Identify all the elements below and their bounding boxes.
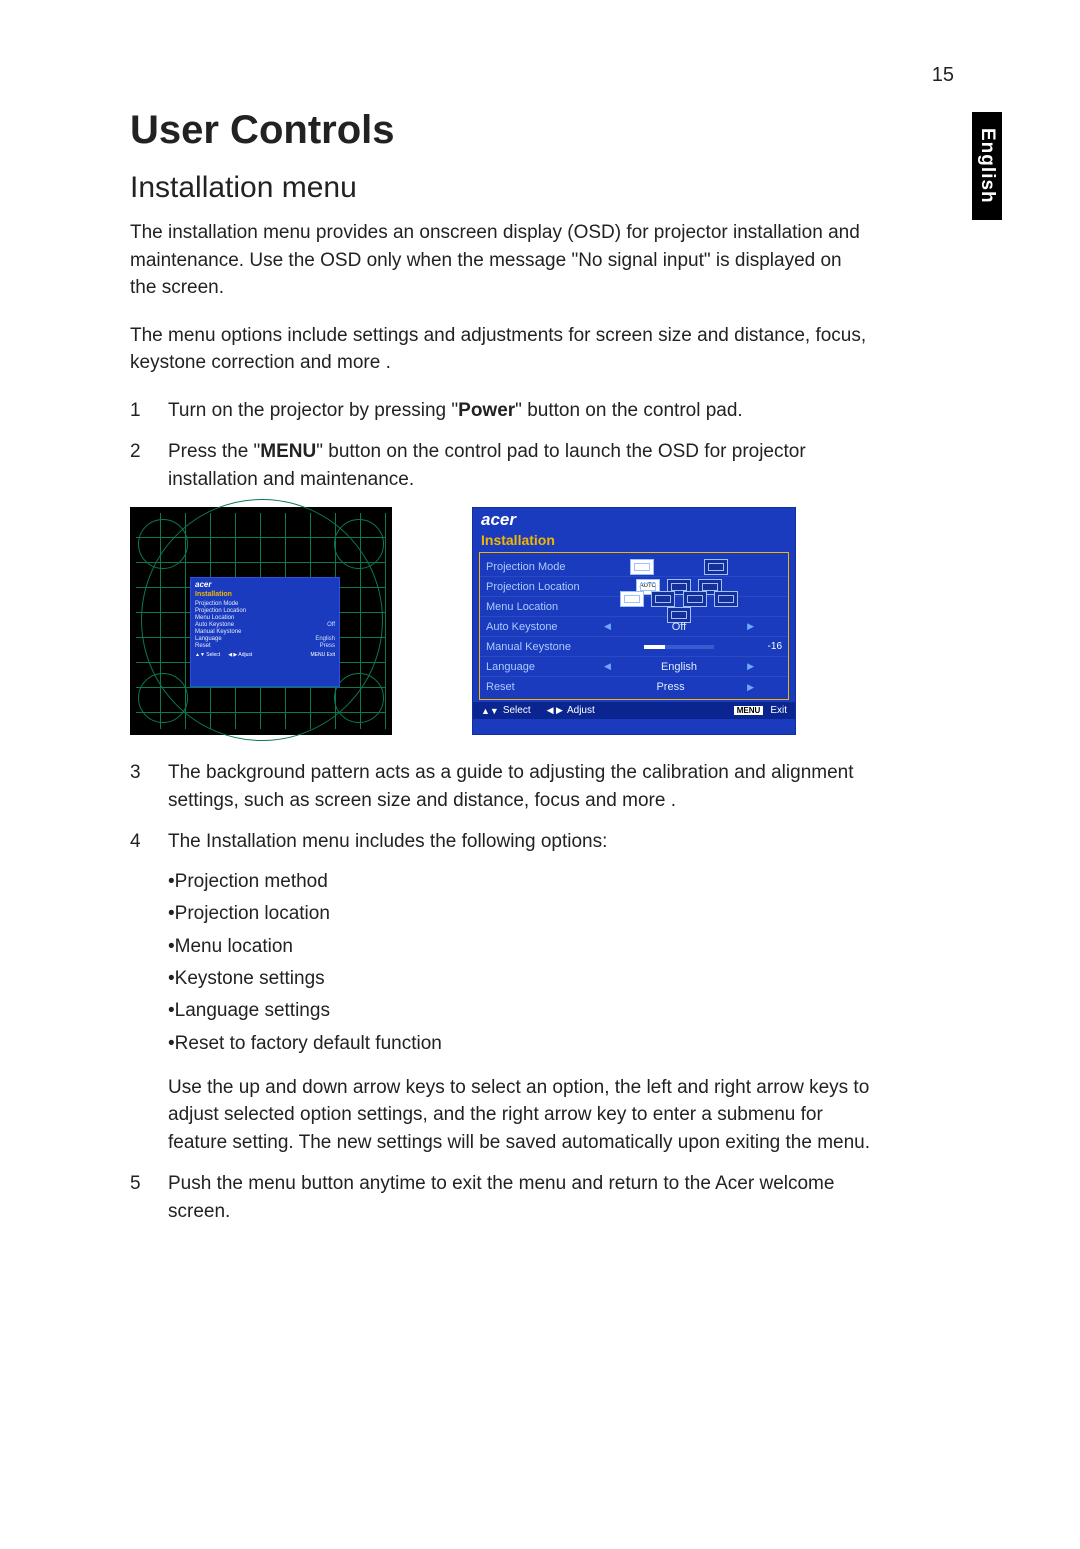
bullet-item: •Projection location <box>168 898 870 930</box>
mini-osd-foot-exit: MENU Exit <box>311 652 335 658</box>
menu-loc-option-icon <box>620 591 644 607</box>
mini-osd-row: Menu Location <box>195 615 234 621</box>
osd-foot-select: Select <box>503 705 531 716</box>
osd-label: Manual Keystone <box>486 641 604 653</box>
mini-osd-row: Manual Keystone <box>195 629 241 635</box>
step-1: 1 Turn on the projector by pressing "Pow… <box>130 397 870 425</box>
page-number: 15 <box>932 64 954 87</box>
step-1-text-a: Turn on the projector by pressing " <box>168 400 458 421</box>
osd-label: Projection Mode <box>486 561 604 573</box>
step-5-text: Push the menu button anytime to exit the… <box>168 1173 834 1222</box>
mini-osd-foot-select: ▲▼ Select <box>195 652 220 658</box>
instruction-list: 1 Turn on the projector by pressing "Pow… <box>130 397 870 494</box>
osd-row-auto-keystone: Auto Keystone ◀ Off ▶ <box>480 617 788 637</box>
arrow-right-icon: ▶ <box>747 661 754 672</box>
step-3-text: The background pattern acts as a guide t… <box>168 762 854 811</box>
osd-value: Off <box>621 621 737 633</box>
step-4-bullets: •Projection method •Projection location … <box>168 866 870 1060</box>
menu-loc-option-icon <box>714 591 738 607</box>
intro-paragraph-1: The installation menu provides an onscre… <box>130 219 870 302</box>
osd-row-projection-mode: Projection Mode <box>480 557 788 577</box>
bullet-item: •Projection method <box>168 866 870 898</box>
step-1-bold: Power <box>458 400 515 421</box>
mini-osd-row: Language <box>195 636 222 642</box>
mini-osd-row: Projection Mode <box>195 601 238 607</box>
arrow-right-icon: ▶ <box>747 621 754 632</box>
osd-label: Menu Location <box>486 601 604 613</box>
osd-value: English <box>621 661 737 673</box>
menu-loc-option-icon <box>651 591 675 607</box>
osd-label: Reset <box>486 681 604 693</box>
step-4-paragraph: Use the up and down arrow keys to select… <box>168 1074 870 1157</box>
arrow-left-icon: ◀ <box>604 661 611 672</box>
arrow-left-icon: ◀ <box>604 621 611 632</box>
osd-label: Auto Keystone <box>486 621 604 633</box>
step-5: 5 Push the menu button anytime to exit t… <box>130 1170 870 1225</box>
proj-mode-option-icon <box>704 559 728 575</box>
arrow-up-down-icon: ▲▼ <box>481 706 499 716</box>
osd-label: Language <box>486 661 604 673</box>
keystone-slider <box>644 645 714 649</box>
osd-label: Projection Location <box>486 581 604 593</box>
document-page: 15 English User Controls Installation me… <box>0 0 1080 1549</box>
arrow-right-icon: ▶ <box>747 682 754 693</box>
osd-value: Press <box>604 681 737 693</box>
mini-osd-foot-adjust: ◀ ▶ Adjust <box>228 652 252 658</box>
osd-row-language: Language ◀ English ▶ <box>480 657 788 677</box>
mini-osd-overlay: acer Installation Projection Mode Projec… <box>190 577 340 687</box>
bullet-item: •Language settings <box>168 995 870 1027</box>
figure-row: acer Installation Projection Mode Projec… <box>130 507 980 735</box>
arrow-left-right-icon: ◀ ▶ <box>547 705 563 716</box>
osd-figure: acer Installation Projection Mode Projec… <box>472 507 796 735</box>
osd-brand: acer <box>473 508 795 530</box>
section-title-h2: Installation menu <box>130 171 980 205</box>
calibration-grid-figure: acer Installation Projection Mode Projec… <box>130 507 392 735</box>
step-2: 2 Press the "MENU" button on the control… <box>130 438 870 493</box>
intro-paragraph-2: The menu options include settings and ad… <box>130 322 870 377</box>
step-2-bold: MENU <box>260 441 316 462</box>
step-4: 4 The Installation menu includes the fol… <box>130 828 870 1156</box>
page-title-h1: User Controls <box>130 108 980 153</box>
osd-highlight-frame: Projection Mode Projection Location AUTO <box>479 552 789 700</box>
step-1-text-b: " button on the control pad. <box>515 400 743 421</box>
instruction-list-cont: 3 The background pattern acts as a guide… <box>130 759 870 1225</box>
bullet-item: •Keystone settings <box>168 963 870 995</box>
mini-osd-title: Installation <box>195 591 335 598</box>
osd-footer: ▲▼ Select ◀ ▶ Adjust MENU Exit <box>473 702 795 719</box>
mini-osd-row: Reset <box>195 643 211 649</box>
bullet-item: •Reset to factory default function <box>168 1028 870 1060</box>
menu-button-icon: MENU <box>734 706 764 715</box>
osd-row-reset: Reset Press ▶ <box>480 677 788 697</box>
step-3: 3 The background pattern acts as a guide… <box>130 759 870 814</box>
proj-mode-option-icon <box>630 559 654 575</box>
step-2-text-a: Press the " <box>168 441 260 462</box>
mini-osd-row: Auto Keystone <box>195 622 234 628</box>
step-4-text: The Installation menu includes the follo… <box>168 831 607 852</box>
osd-row-menu-location: Menu Location <box>480 597 788 617</box>
mini-osd-row: Projection Location <box>195 608 246 614</box>
osd-row-manual-keystone: Manual Keystone -16 <box>480 637 788 657</box>
mini-osd-brand: acer <box>195 580 335 589</box>
bullet-item: •Menu location <box>168 931 870 963</box>
osd-value: -16 <box>754 641 782 652</box>
osd-title: Installation <box>473 530 795 552</box>
menu-loc-option-icon <box>683 591 707 607</box>
language-tab: English <box>972 112 1002 220</box>
osd-foot-adjust: Adjust <box>567 705 595 716</box>
osd-foot-exit: Exit <box>770 705 787 716</box>
